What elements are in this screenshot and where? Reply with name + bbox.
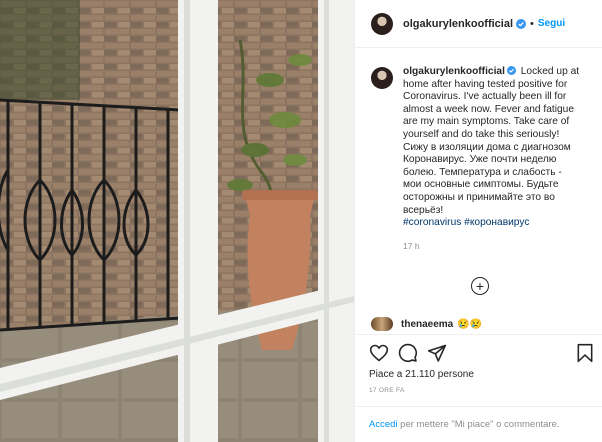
- bookmark-icon[interactable]: [575, 343, 595, 363]
- photo-window-view: [0, 0, 354, 442]
- login-prompt-text: per mettere "Mi piace" o commentare.: [397, 419, 560, 430]
- username-link[interactable]: olgakurylenkoofficial: [403, 18, 513, 30]
- caption-line: yourself and do take this seriously!: [403, 128, 560, 140]
- likes-text: Piace a 21.110 persone: [369, 369, 474, 380]
- caption-line: мои основные симптомы. Будьте: [403, 179, 559, 191]
- verified-badge-icon: [506, 66, 516, 75]
- post-side-panel: olgakurylenkoofficial • Segui olgakuryle…: [354, 0, 602, 442]
- caption-line: almost a week now. Fever and fatigue: [403, 103, 575, 115]
- caption-line: Коронавирус. Уже почти неделю: [403, 154, 557, 166]
- caption-line: Сижу в изоляции дома с диагнозом: [403, 141, 571, 153]
- caption-line: are my main symptoms. Take care of: [403, 116, 570, 128]
- caption: olgakurylenkoofficial Locked up at home …: [371, 66, 591, 251]
- verified-badge-icon: [516, 18, 527, 29]
- caption-line: Coronavirus. I've actually been ill for: [403, 91, 567, 103]
- comment-username[interactable]: thenaeema: [401, 319, 453, 330]
- hashtag-link[interactable]: #коронавирус: [464, 217, 529, 228]
- heart-icon[interactable]: [369, 343, 389, 363]
- load-more-comments-button[interactable]: +: [471, 277, 489, 295]
- post-age: 17 ORE FA: [369, 387, 405, 394]
- caption-line: всерьёз!: [403, 204, 444, 216]
- caption-body: olgakurylenkoofficial Locked up at home …: [403, 66, 591, 251]
- post-time: 17 h: [403, 240, 420, 251]
- caption-area: olgakurylenkoofficial Locked up at home …: [355, 48, 602, 308]
- speech-bubble-icon[interactable]: [398, 343, 418, 363]
- post-header: olgakurylenkoofficial • Segui: [355, 0, 602, 48]
- caption-avatar[interactable]: [371, 67, 393, 89]
- caption-line: Locked up at: [520, 66, 580, 77]
- login-prompt: Accedi per mettere "Mi piace" o commenta…: [355, 406, 602, 435]
- hashtag-link[interactable]: #coronavirus: [403, 217, 461, 228]
- caption-line: болею. Температура и слабость -: [403, 166, 562, 178]
- post-photo: [0, 0, 354, 442]
- action-icons: [369, 343, 595, 365]
- caption-username[interactable]: olgakurylenkoofficial: [403, 66, 505, 77]
- separator-dot: •: [530, 17, 534, 30]
- login-link[interactable]: Accedi: [369, 419, 398, 430]
- comment-text: 😢😢: [457, 318, 483, 330]
- plus-circle-icon: +: [475, 278, 485, 294]
- likes-count[interactable]: Piace a 21.110 persone: [369, 369, 474, 380]
- caption-text: olgakurylenkoofficial Locked up at home …: [403, 66, 591, 217]
- hashtags: #coronavirus #коронавирус: [403, 217, 591, 230]
- follow-button[interactable]: Segui: [538, 18, 565, 29]
- caption-line: home after having tested positive for: [403, 78, 568, 90]
- caption-line: осторожны и принимайте это во: [403, 191, 555, 203]
- avatar[interactable]: [371, 12, 393, 35]
- paper-plane-icon[interactable]: [427, 343, 447, 363]
- comment-avatar[interactable]: [371, 317, 393, 331]
- comment-row: thenaeema 😢😢: [371, 317, 482, 331]
- post-actions: Piace a 21.110 persone 17 ORE FA Accedi …: [355, 334, 602, 434]
